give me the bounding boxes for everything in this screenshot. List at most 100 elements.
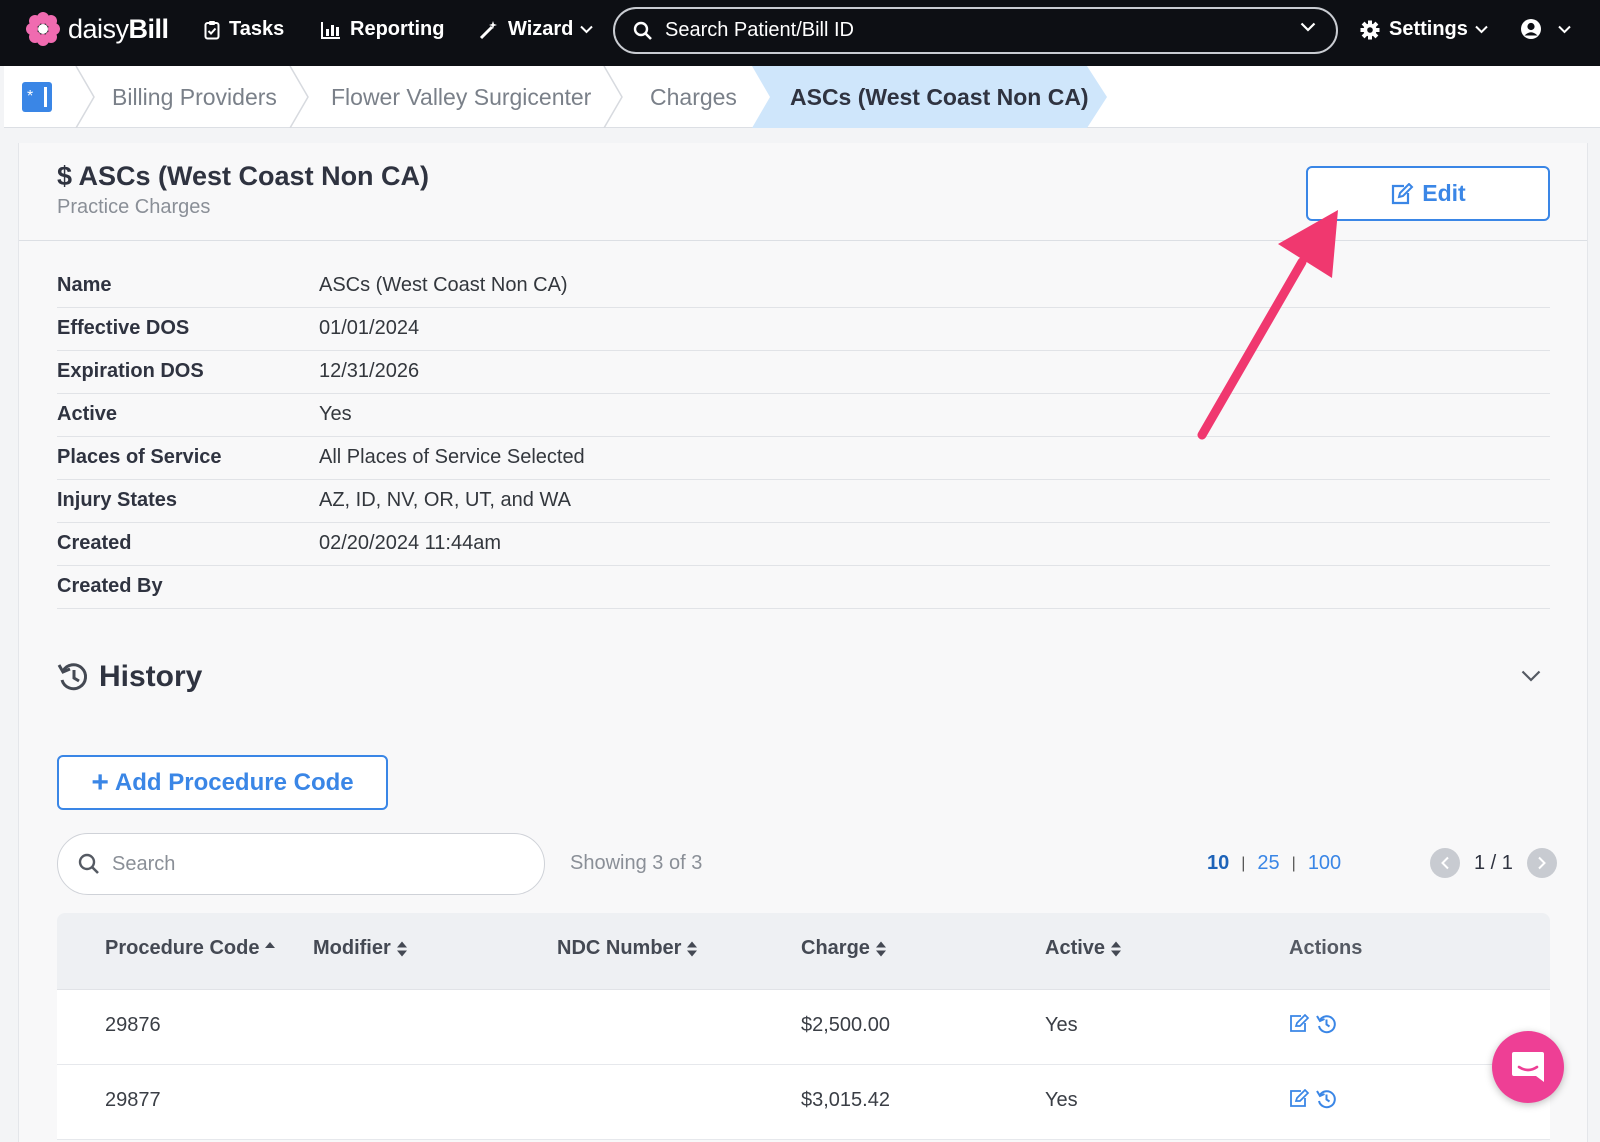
magic-wand-icon (479, 20, 497, 39)
detail-value: 01/01/2024 (319, 317, 420, 339)
detail-row-expiration-dos: Expiration DOS 12/31/2026 (57, 351, 1550, 394)
history-title: History (99, 660, 203, 693)
detail-row-created-by: Created By (57, 566, 1550, 609)
detail-value: AZ, ID, NV, OR, UT, and WA (319, 489, 571, 511)
breadcrumb-separator (289, 66, 309, 128)
detail-label: Effective DOS (57, 317, 190, 339)
procedure-search-input[interactable]: Search (57, 833, 545, 895)
chevron-down-icon[interactable] (1521, 670, 1541, 682)
add-procedure-code-button[interactable]: + Add Procedure Code (57, 755, 388, 810)
detail-row-name: Name ASCs (West Coast Non CA) (57, 265, 1550, 308)
chevron-down-icon (1475, 25, 1488, 34)
breadcrumb: * Billing Providers Flower Valley Surgic… (4, 66, 1600, 128)
cell-procedure-code: 29876 (105, 1014, 161, 1036)
per-page-25[interactable]: 25 (1257, 852, 1279, 875)
breadcrumb-flower-valley[interactable]: Flower Valley Surgicenter (331, 66, 591, 128)
table-row: 29876 $2,500.00 Yes (57, 990, 1550, 1065)
chevron-down-icon[interactable] (1300, 22, 1316, 32)
divider: | (1241, 854, 1246, 872)
daisy-flower-icon (26, 12, 60, 46)
next-page-button[interactable] (1526, 848, 1557, 878)
edit-icon[interactable] (1289, 1014, 1310, 1033)
column-active[interactable]: Active (1045, 937, 1122, 960)
column-charge[interactable]: Charge (801, 937, 887, 960)
detail-value: Yes (319, 403, 352, 425)
column-procedure-code[interactable]: Procedure Code (105, 937, 276, 960)
home-icon[interactable]: * (22, 82, 52, 112)
detail-row-effective-dos: Effective DOS 01/01/2024 (57, 308, 1550, 351)
user-menu[interactable] (1520, 18, 1571, 40)
column-actions: Actions (1289, 937, 1363, 959)
chevron-down-icon (580, 25, 594, 34)
divider: | (1291, 854, 1296, 872)
top-navbar: daisyBill Tasks Reporting Wizard Search … (0, 0, 1600, 66)
charge-detail-card: $ ASCs (West Coast Non CA) Practice Char… (18, 143, 1588, 1142)
chat-launcher-button[interactable] (1492, 1031, 1564, 1103)
detail-label: Created (57, 532, 132, 554)
per-page-100[interactable]: 100 (1308, 852, 1341, 875)
history-section-header[interactable]: History (57, 660, 202, 694)
detail-row-places-of-service: Places of Service All Places of Service S… (57, 437, 1550, 480)
detail-row-active: Active Yes (57, 394, 1550, 437)
cell-charge: $3,015.42 (801, 1089, 890, 1111)
plus-icon: + (91, 765, 109, 799)
detail-value: All Places of Service Selected (319, 446, 585, 468)
per-page-selector: 10 | 25 | 100 (1207, 852, 1341, 875)
sort-icon (875, 941, 886, 956)
procedure-table: Procedure Code Modifier NDC Number Charg… (57, 913, 1550, 1140)
detail-label: Expiration DOS (57, 360, 204, 382)
detail-value: ASCs (West Coast Non CA) (319, 274, 568, 296)
detail-label: Created By (57, 575, 163, 597)
nav-reporting[interactable]: Reporting (321, 18, 444, 41)
detail-label: Places of Service (57, 446, 222, 468)
breadcrumb-charges[interactable]: Charges (650, 66, 737, 128)
table-row: 29877 $3,015.42 Yes (57, 1065, 1550, 1140)
row-actions (1289, 1089, 1342, 1109)
chevron-right-icon (1538, 856, 1546, 870)
edit-icon (1392, 182, 1414, 204)
sort-asc-icon (265, 941, 276, 948)
page-title: $ ASCs (West Coast Non CA) (57, 161, 430, 191)
page-indicator: 1 / 1 (1474, 851, 1513, 874)
patient-bill-search[interactable]: Search Patient/Bill ID (613, 7, 1338, 54)
sort-icon (1111, 941, 1122, 956)
cell-active: Yes (1045, 1014, 1078, 1036)
pagination: 1 / 1 (1430, 848, 1557, 878)
edit-button[interactable]: Edit (1306, 166, 1550, 221)
history-icon[interactable] (1316, 1014, 1336, 1034)
showing-count: Showing 3 of 3 (570, 852, 703, 874)
sort-icon (687, 941, 698, 956)
chat-icon (1512, 1052, 1544, 1082)
detail-value: 12/31/2026 (319, 360, 420, 382)
cell-procedure-code: 29877 (105, 1089, 161, 1111)
prev-page-button[interactable] (1430, 848, 1460, 878)
brand-logo[interactable]: daisyBill (26, 12, 169, 46)
per-page-10[interactable]: 10 (1207, 852, 1229, 875)
search-placeholder: Search (112, 852, 176, 875)
column-modifier[interactable]: Modifier (313, 937, 408, 960)
breadcrumb-separator (603, 66, 623, 128)
column-ndc-number[interactable]: NDC Number (557, 937, 698, 960)
edit-icon[interactable] (1289, 1089, 1310, 1108)
nav-settings[interactable]: Settings (1360, 18, 1488, 41)
cell-active: Yes (1045, 1089, 1078, 1111)
detail-row-created: Created 02/20/2024 11:44am (57, 523, 1550, 566)
search-icon (78, 853, 99, 874)
page-subtitle: Practice Charges (57, 196, 211, 218)
table-header: Procedure Code Modifier NDC Number Charg… (57, 913, 1550, 990)
nav-wizard[interactable]: Wizard (479, 18, 594, 41)
history-icon[interactable] (1316, 1089, 1336, 1109)
history-icon (57, 663, 88, 691)
detail-value: 02/20/2024 11:44am (319, 532, 502, 554)
detail-row-injury-states: Injury States AZ, ID, NV, OR, UT, and WA (57, 480, 1550, 523)
clipboard-check-icon (204, 20, 220, 39)
chevron-down-icon (1558, 25, 1571, 33)
search-icon (633, 21, 652, 40)
breadcrumb-billing-providers[interactable]: Billing Providers (112, 66, 277, 128)
nav-tasks[interactable]: Tasks (204, 18, 284, 41)
detail-label: Injury States (57, 489, 178, 511)
detail-label: Active (57, 403, 118, 425)
row-actions (1289, 1014, 1342, 1034)
chevron-left-icon (1441, 856, 1449, 870)
gear-icon (1360, 20, 1380, 39)
